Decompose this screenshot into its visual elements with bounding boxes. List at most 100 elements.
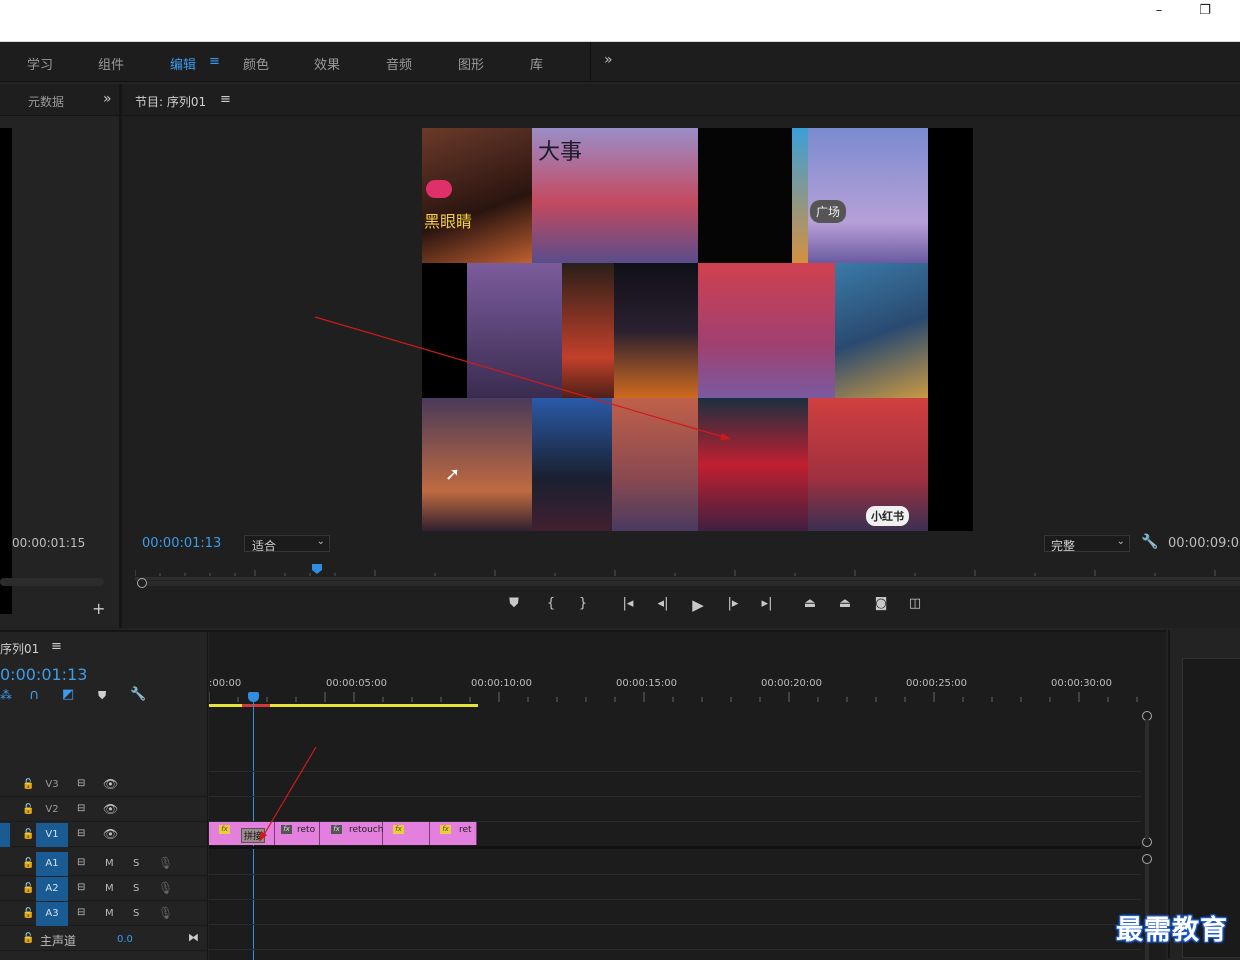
neon-logo	[426, 180, 452, 198]
tab-color[interactable]: 颜色	[243, 54, 269, 73]
add-marker-icon[interactable]: ◩	[62, 687, 74, 702]
sequence-tab[interactable]: 序列01	[0, 640, 39, 657]
tab-learn[interactable]: 学习	[27, 54, 53, 73]
sync-lock-icon[interactable]: ⊟	[77, 857, 85, 868]
go-to-in-icon[interactable]: |◂	[617, 596, 639, 611]
sync-lock-icon[interactable]: ⊟	[77, 778, 85, 789]
lock-icon[interactable]: 🔓	[22, 933, 34, 944]
lock-icon[interactable]: 🔓	[22, 829, 34, 840]
master-volume[interactable]: 0.0	[117, 934, 133, 945]
eye-icon[interactable]: 👁	[103, 827, 118, 841]
tab-effects[interactable]: 效果	[314, 54, 340, 73]
eye-icon[interactable]: 👁	[103, 802, 118, 816]
workspace-menu-icon[interactable]: ≡	[209, 54, 220, 69]
track-label[interactable]: A2	[36, 877, 68, 901]
lift-icon[interactable]: ⏏	[799, 596, 821, 611]
video-clip[interactable]: fx retouch	[320, 822, 383, 845]
video-clip[interactable]: fx	[383, 822, 430, 845]
source-patch[interactable]	[0, 823, 10, 847]
solo-button[interactable]: S	[133, 858, 139, 869]
sync-lock-icon[interactable]: ⊟	[77, 828, 85, 839]
sync-lock-icon[interactable]: ⊟	[77, 907, 85, 918]
zoom-scrollbar[interactable]	[147, 581, 1240, 586]
timeline-timecode[interactable]: 0:00:01:13	[0, 665, 87, 684]
panel-menu-icon[interactable]: ≡	[220, 92, 231, 107]
playhead-handle[interactable]	[248, 692, 259, 702]
lock-icon[interactable]: 🔓	[22, 779, 34, 790]
mark-out-icon[interactable]: }	[572, 596, 594, 611]
fx-badge-icon: fx	[331, 825, 342, 834]
video-clip[interactable]: fx ret	[430, 822, 477, 845]
compare-icon[interactable]: ◫	[904, 596, 926, 611]
lock-icon[interactable]: 🔓	[22, 804, 34, 815]
track-v2: 🔓 V2 ⊟ 👁	[0, 798, 208, 822]
lock-icon[interactable]: 🔓	[22, 908, 34, 919]
track-label[interactable]: V2	[36, 798, 68, 822]
mark-in-icon[interactable]: {	[540, 596, 562, 611]
more-workspaces-icon[interactable]: »	[604, 52, 613, 68]
marker-icon[interactable]: ⛊	[503, 596, 525, 611]
play-icon[interactable]: ▶	[687, 596, 709, 614]
more-panels-icon[interactable]: »	[103, 91, 112, 107]
video-scrollbar[interactable]	[1145, 720, 1149, 838]
video-clip[interactable]: fx reto	[275, 822, 320, 845]
export-frame-icon[interactable]: ◙	[870, 596, 892, 611]
mute-button[interactable]: M	[105, 908, 114, 919]
snap-icon[interactable]: ⁂	[0, 688, 12, 702]
tab-assembly[interactable]: 组件	[98, 54, 124, 73]
linked-selection-icon[interactable]: ∩	[29, 687, 39, 703]
source-timecode[interactable]: 00:00:01:15	[12, 536, 85, 550]
scrub-track[interactable]	[135, 577, 1240, 580]
ruler-label: 00:00:05:00	[326, 678, 388, 689]
quality-select[interactable]: 完整 ⌄	[1044, 535, 1130, 553]
eye-icon[interactable]: 👁	[103, 777, 118, 791]
track-label[interactable]: A3	[36, 902, 68, 926]
tab-libraries[interactable]: 库	[530, 54, 543, 73]
transition-badge[interactable]: 拼接	[241, 828, 266, 843]
zoom-select[interactable]: 适合 ⌄	[244, 535, 330, 553]
extract-icon[interactable]: ⏏	[834, 596, 856, 611]
track-label[interactable]: V1	[36, 823, 68, 847]
panel-title[interactable]: 元数据	[28, 93, 64, 110]
mute-button[interactable]: M	[105, 883, 114, 894]
sync-lock-icon[interactable]: ⊟	[77, 882, 85, 893]
master-toggle-icon[interactable]: ⧓	[188, 931, 199, 944]
go-to-out-icon[interactable]: ▸|	[756, 596, 778, 611]
playhead-timecode[interactable]: 00:00:01:13	[142, 536, 221, 551]
image-tile	[612, 398, 698, 531]
mute-button[interactable]: M	[105, 858, 114, 869]
track-label[interactable]: V3	[36, 773, 68, 797]
tab-editing[interactable]: 编辑	[170, 54, 196, 73]
lock-icon[interactable]: 🔓	[22, 883, 34, 894]
program-monitor: 节目: 序列01 ≡ 广场 小红书 大事 黑眼睛 00:00:01:13 适合 …	[122, 84, 1240, 628]
settings-wrench-icon[interactable]: 🔧	[1141, 534, 1158, 550]
fx-badge-icon: fx	[281, 825, 292, 834]
tab-audio[interactable]: 音频	[386, 54, 412, 73]
ruler-label: 00:00:15:00	[616, 678, 678, 689]
track-label[interactable]: A1	[36, 852, 68, 876]
source-scrollbar[interactable]	[0, 578, 104, 586]
sync-lock-icon[interactable]: ⊟	[77, 803, 85, 814]
scroll-handle[interactable]	[1142, 854, 1152, 864]
timeline-settings-icon[interactable]: 🔧	[130, 687, 146, 702]
program-title[interactable]: 节目: 序列01	[135, 93, 206, 110]
tab-graphics[interactable]: 图形	[458, 54, 484, 73]
microphone-icon[interactable]: 🎙	[158, 856, 173, 870]
video-clip[interactable]: fx 拼接	[209, 822, 275, 845]
step-forward-icon[interactable]: |▸	[722, 596, 744, 611]
solo-button[interactable]: S	[133, 883, 139, 894]
microphone-icon[interactable]: 🎙	[158, 881, 173, 895]
lock-icon[interactable]: 🔓	[22, 858, 34, 869]
program-time-ruler[interactable]	[135, 562, 1240, 580]
scroll-handle[interactable]	[1142, 837, 1152, 847]
program-video-frame[interactable]: 广场 小红书 大事 黑眼睛	[422, 128, 973, 531]
step-back-icon[interactable]: ◂|	[652, 596, 674, 611]
panel-header: 元数据 »	[0, 84, 119, 116]
minimize-button[interactable]: –	[1136, 0, 1182, 22]
solo-button[interactable]: S	[133, 908, 139, 919]
restore-button[interactable]: ❐	[1182, 0, 1228, 22]
panel-menu-icon[interactable]: ≡	[51, 639, 62, 654]
zoom-handle[interactable]	[137, 578, 147, 588]
microphone-icon[interactable]: 🎙	[158, 906, 173, 920]
marker-icon[interactable]: ⛊	[98, 689, 106, 703]
